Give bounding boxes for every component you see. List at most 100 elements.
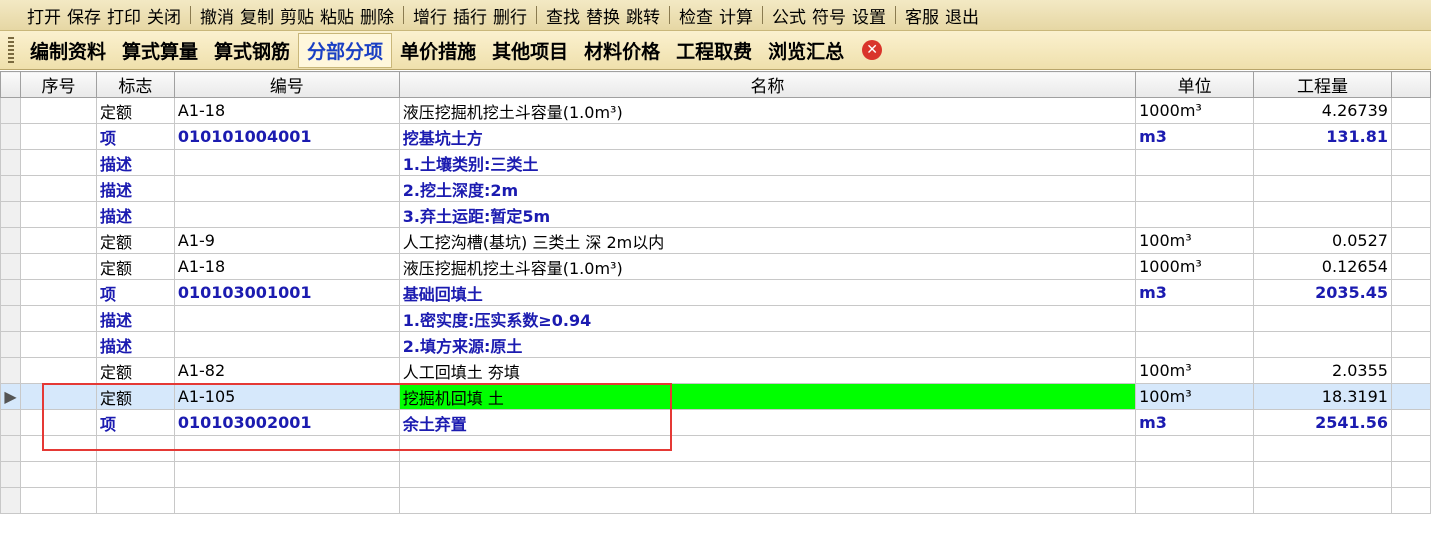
cell-code[interactable]	[173, 201, 400, 228]
cell-name[interactable]: 挖掘机回填 土	[398, 383, 1137, 410]
table-row[interactable]: 项 010101004001 挖基坑土方 m3 131.81	[0, 123, 1431, 150]
row-indicator[interactable]	[0, 175, 21, 202]
cell-qty[interactable]	[1253, 149, 1392, 176]
cell-qty[interactable]	[1253, 305, 1392, 332]
cell-seq[interactable]	[19, 305, 97, 332]
cell-seq[interactable]	[19, 201, 97, 228]
cell-unit[interactable]: m3	[1135, 409, 1255, 436]
row-indicator[interactable]	[0, 409, 21, 436]
menu-item[interactable]: 打开	[24, 3, 64, 28]
cell-unit[interactable]	[1135, 149, 1255, 176]
tab-0[interactable]: 编制资料	[22, 37, 114, 64]
cell-flag[interactable]: 描述	[95, 331, 175, 358]
cell-seq[interactable]	[19, 383, 97, 410]
row-indicator[interactable]: ▶	[0, 383, 21, 410]
table-row[interactable]: 描述 2.挖土深度:2m	[0, 175, 1431, 202]
menu-item[interactable]: 设置	[849, 3, 889, 28]
cell-unit[interactable]	[1135, 201, 1255, 228]
row-indicator[interactable]	[0, 149, 21, 176]
cell-qty[interactable]: 18.3191	[1253, 383, 1392, 410]
cell-unit[interactable]	[1135, 487, 1255, 514]
tab-3[interactable]: 分部分项	[298, 32, 393, 68]
menu-item[interactable]: 替换	[583, 3, 623, 28]
cell-flag[interactable]: 定额	[95, 253, 175, 280]
cell-name[interactable]: 3.弃土运距:暂定5m	[398, 201, 1137, 228]
tab-4[interactable]: 单价措施	[392, 37, 484, 64]
table-row[interactable]: 定额 A1-18 液压挖掘机挖土斗容量(1.0m³) 1000m³ 0.12654	[0, 253, 1431, 280]
cell-seq[interactable]	[19, 175, 97, 202]
row-indicator[interactable]	[0, 305, 21, 332]
header-name[interactable]: 名称	[398, 71, 1137, 98]
menu-item[interactable]: 退出	[942, 3, 982, 28]
cell-qty[interactable]	[1253, 201, 1392, 228]
menu-item[interactable]: 删除	[357, 3, 397, 28]
cell-qty[interactable]: 2.0355	[1253, 357, 1392, 384]
cell-seq[interactable]	[19, 253, 97, 280]
cell-flag[interactable]: 描述	[95, 201, 175, 228]
cell-unit[interactable]	[1135, 331, 1255, 358]
cell-name[interactable]: 液压挖掘机挖土斗容量(1.0m³)	[398, 253, 1137, 280]
row-indicator[interactable]	[0, 279, 21, 306]
tab-2[interactable]: 算式钢筋	[206, 37, 298, 64]
menu-item[interactable]: 粘贴	[317, 3, 357, 28]
tab-7[interactable]: 工程取费	[668, 37, 760, 64]
cell-code[interactable]: A1-18	[173, 97, 400, 124]
cell-unit[interactable]: 100m³	[1135, 383, 1255, 410]
row-indicator[interactable]	[0, 123, 21, 150]
cell-unit[interactable]: 100m³	[1135, 357, 1255, 384]
table-row[interactable]: 项 010103002001 余土弃置 m3 2541.56	[0, 409, 1431, 436]
cell-flag[interactable]	[95, 435, 175, 462]
tab-1[interactable]: 算式算量	[114, 37, 206, 64]
header-unit[interactable]: 单位	[1135, 71, 1255, 98]
menu-item[interactable]: 计算	[716, 3, 756, 28]
cell-unit[interactable]: m3	[1135, 279, 1255, 306]
cell-seq[interactable]	[19, 279, 97, 306]
cell-flag[interactable]: 定额	[95, 383, 175, 410]
row-indicator[interactable]	[0, 487, 21, 514]
menu-item[interactable]: 保存	[64, 3, 104, 28]
tab-5[interactable]: 其他项目	[484, 37, 576, 64]
row-indicator[interactable]	[0, 461, 21, 488]
table-row[interactable]: 描述 3.弃土运距:暂定5m	[0, 201, 1431, 228]
tab-6[interactable]: 材料价格	[576, 37, 668, 64]
cell-flag[interactable]	[95, 461, 175, 488]
cell-unit[interactable]	[1135, 305, 1255, 332]
cell-seq[interactable]	[19, 435, 97, 462]
menu-item[interactable]: 查找	[543, 3, 583, 28]
cell-name[interactable]: 余土弃置	[398, 409, 1137, 436]
row-indicator[interactable]	[0, 253, 21, 280]
cell-code[interactable]	[173, 175, 400, 202]
cell-name[interactable]: 2.挖土深度:2m	[398, 175, 1137, 202]
row-indicator[interactable]	[0, 357, 21, 384]
cell-qty[interactable]	[1253, 461, 1392, 488]
cell-qty[interactable]: 131.81	[1253, 123, 1392, 150]
header-qty[interactable]: 工程量	[1253, 71, 1392, 98]
cell-name[interactable]: 基础回填土	[398, 279, 1137, 306]
cell-flag[interactable]: 定额	[95, 357, 175, 384]
cell-seq[interactable]	[19, 461, 97, 488]
cell-code[interactable]: A1-18	[173, 253, 400, 280]
cell-seq[interactable]	[19, 357, 97, 384]
cell-unit[interactable]: 100m³	[1135, 227, 1255, 254]
cell-name[interactable]: 2.填方来源:原土	[398, 331, 1137, 358]
table-row[interactable]: 项 010103001001 基础回填土 m3 2035.45	[0, 279, 1431, 306]
toolbar-grip[interactable]	[8, 37, 14, 63]
cell-flag[interactable]: 项	[95, 279, 175, 306]
table-row[interactable]: 定额 A1-18 液压挖掘机挖土斗容量(1.0m³) 1000m³ 4.26739	[0, 97, 1431, 124]
cell-code[interactable]	[173, 461, 400, 488]
cell-seq[interactable]	[19, 227, 97, 254]
menu-item[interactable]: 符号	[809, 3, 849, 28]
row-indicator[interactable]	[0, 435, 21, 462]
cell-name[interactable]: 人工挖沟槽(基坑) 三类土 深 2m以内	[398, 227, 1137, 254]
close-icon[interactable]: ✕	[862, 40, 883, 60]
row-indicator[interactable]	[0, 97, 21, 124]
row-indicator[interactable]	[0, 201, 21, 228]
cell-seq[interactable]	[19, 123, 97, 150]
cell-flag[interactable]: 描述	[95, 305, 175, 332]
cell-qty[interactable]: 2541.56	[1253, 409, 1392, 436]
cell-code[interactable]: A1-105	[173, 383, 400, 410]
cell-unit[interactable]: 1000m³	[1135, 97, 1255, 124]
header-seq[interactable]: 序号	[19, 71, 97, 98]
cell-qty[interactable]: 2035.45	[1253, 279, 1392, 306]
cell-name[interactable]: 1.密实度:压实系数≥0.94	[398, 305, 1137, 332]
